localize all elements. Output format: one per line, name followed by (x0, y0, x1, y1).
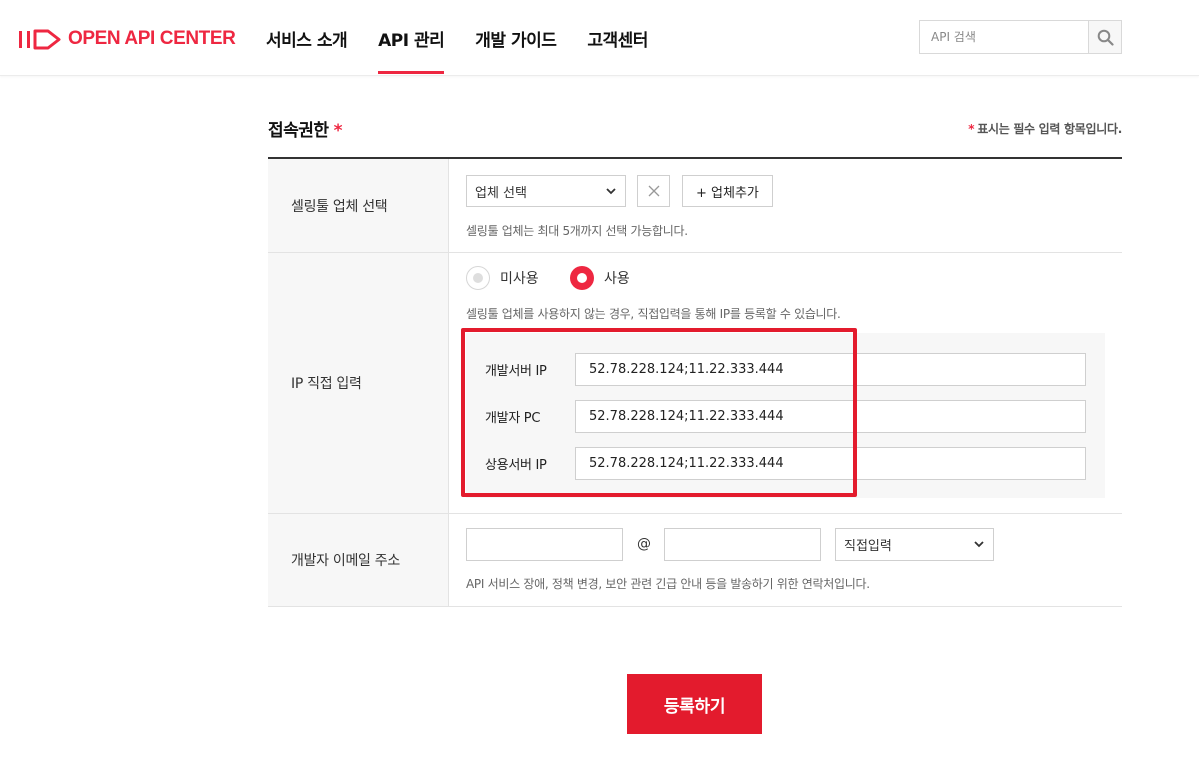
nav-dev-guide[interactable]: 개발 가이드 (475, 0, 557, 76)
search-icon (1097, 29, 1114, 46)
header: OPEN API CENTER 서비스 소개 API 관리 개발 가이드 고객센… (0, 0, 1199, 76)
ip-help-text: 셀링툴 업체를 사용하지 않는 경우, 직접입력을 통해 IP를 등록할 수 있… (466, 307, 841, 321)
logo-text: OPEN API CENTER (68, 28, 236, 49)
row-selling-tool: 셀링툴 업체 선택 업체 선택 + 업체추가 셀링툴 업체는 최대 5개까지 선… (268, 159, 1122, 253)
ip-highlight-box (461, 328, 857, 497)
email-domain-select[interactable]: 직접입력 (835, 528, 994, 561)
email-local-input[interactable] (466, 528, 623, 561)
logo[interactable]: OPEN API CENTER (18, 27, 236, 51)
access-form: 셀링툴 업체 선택 업체 선택 + 업체추가 셀링툴 업체는 최대 5개까지 선… (268, 157, 1122, 607)
nav-api-manage[interactable]: API 관리 (378, 0, 445, 76)
radio-unused-indicator (466, 266, 490, 290)
email-at-sign: @ (637, 536, 651, 552)
register-button[interactable]: 등록하기 (627, 674, 762, 734)
label-email: 개발자 이메일 주소 (268, 514, 449, 606)
vendor-select[interactable]: 업체 선택 (466, 175, 626, 207)
nav-service-intro[interactable]: 서비스 소개 (266, 0, 348, 76)
row-email: 개발자 이메일 주소 @ 직접입력 API 서비스 장애, 정책 변경, 보안 … (268, 514, 1122, 607)
search-box (919, 20, 1122, 54)
radio-used[interactable]: 사용 (570, 266, 630, 290)
search-button[interactable] (1088, 21, 1121, 53)
add-vendor-button[interactable]: + 업체추가 (682, 175, 773, 207)
radio-unused[interactable]: 미사용 (466, 266, 539, 290)
chevron-down-icon (974, 541, 984, 548)
row-ip-input: IP 직접 입력 미사용 사용 셀링툴 업체를 사용하지 않는 경우, 직접입력… (268, 253, 1122, 514)
close-icon (648, 185, 659, 197)
clear-vendor-button[interactable] (637, 175, 670, 207)
vendor-help-text: 셀링툴 업체는 최대 5개까지 선택 가능합니다. (466, 224, 688, 238)
label-selling-tool: 셀링툴 업체 선택 (268, 159, 449, 252)
logo-mark-icon (18, 28, 62, 50)
required-mark: * (333, 121, 343, 141)
label-ip-input: IP 직접 입력 (268, 253, 449, 513)
radio-used-indicator (570, 266, 594, 290)
chevron-down-icon (606, 188, 616, 195)
section-title: 접속권한 * (268, 121, 343, 141)
email-help-text: API 서비스 장애, 정책 변경, 보안 관련 긴급 안내 등을 발송하기 위… (466, 577, 870, 591)
main-nav: 서비스 소개 API 관리 개발 가이드 고객센터 (266, 0, 679, 76)
email-domain-input[interactable] (664, 528, 821, 561)
nav-customer-center[interactable]: 고객센터 (587, 0, 648, 76)
search-input[interactable] (920, 21, 1088, 53)
required-note: * 표시는 필수 입력 항목입니다. (968, 122, 1122, 136)
